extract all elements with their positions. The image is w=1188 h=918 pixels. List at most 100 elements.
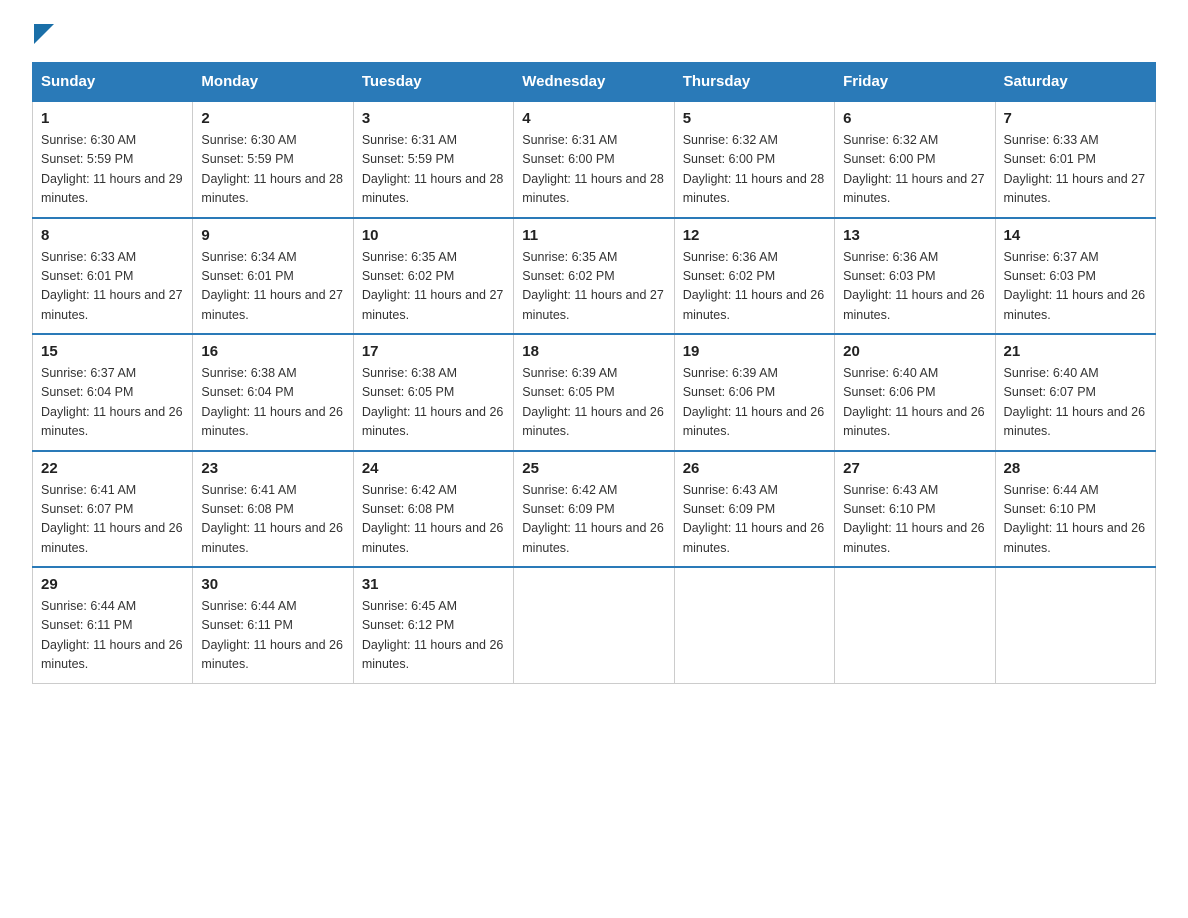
day-info: Sunrise: 6:44 AMSunset: 6:11 PMDaylight:… [201, 597, 344, 675]
day-info: Sunrise: 6:39 AMSunset: 6:06 PMDaylight:… [683, 364, 826, 442]
day-number: 22 [41, 460, 184, 477]
calendar-day-cell [674, 567, 834, 683]
day-info: Sunrise: 6:44 AMSunset: 6:11 PMDaylight:… [41, 597, 184, 675]
calendar-day-cell: 28Sunrise: 6:44 AMSunset: 6:10 PMDayligh… [995, 451, 1155, 568]
calendar-table: SundayMondayTuesdayWednesdayThursdayFrid… [32, 62, 1156, 684]
day-info: Sunrise: 6:35 AMSunset: 6:02 PMDaylight:… [522, 248, 665, 326]
day-number: 5 [683, 110, 826, 127]
day-number: 20 [843, 343, 986, 360]
day-info: Sunrise: 6:33 AMSunset: 6:01 PMDaylight:… [1004, 131, 1147, 209]
calendar-day-cell: 26 Sunrise: 6:43 AMSunset: 6:09 PMDayligh… [674, 451, 834, 568]
day-number: 9 [201, 227, 344, 244]
calendar-day-cell [514, 567, 674, 683]
day-number: 7 [1004, 110, 1147, 127]
day-info: Sunrise: 6:40 AMSunset: 6:07 PMDaylight:… [1004, 364, 1147, 442]
weekday-header-tuesday: Tuesday [353, 63, 513, 102]
day-number: 27 [843, 460, 986, 477]
calendar-day-cell: 22 Sunrise: 6:41 AMSunset: 6:07 PMDayligh… [33, 451, 193, 568]
calendar-day-cell: 10 Sunrise: 6:35 AMSunset: 6:02 PMDayligh… [353, 218, 513, 335]
day-info: Sunrise: 6:33 AMSunset: 6:01 PMDaylight:… [41, 248, 184, 326]
calendar-week-row: 15 Sunrise: 6:37 AMSunset: 6:04 PMDayligh… [33, 334, 1156, 451]
weekday-header-thursday: Thursday [674, 63, 834, 102]
day-number: 24 [362, 460, 505, 477]
calendar-day-cell: 1 Sunrise: 6:30 AMSunset: 5:59 PMDaylight… [33, 101, 193, 218]
day-number: 30 [201, 576, 344, 593]
calendar-day-cell: 4Sunrise: 6:31 AMSunset: 6:00 PMDaylight… [514, 101, 674, 218]
day-info: Sunrise: 6:32 AMSunset: 6:00 PMDaylight:… [683, 131, 826, 209]
day-info: Sunrise: 6:37 AMSunset: 6:03 PMDaylight:… [1004, 248, 1147, 326]
day-number: 28 [1004, 460, 1147, 477]
day-number: 8 [41, 227, 184, 244]
day-info: Sunrise: 6:31 AMSunset: 5:59 PMDaylight:… [362, 131, 505, 209]
day-number: 2 [201, 110, 344, 127]
calendar-day-cell: 19Sunrise: 6:39 AMSunset: 6:06 PMDayligh… [674, 334, 834, 451]
day-info: Sunrise: 6:37 AMSunset: 6:04 PMDaylight:… [41, 364, 184, 442]
day-number: 3 [362, 110, 505, 127]
day-number: 1 [41, 110, 184, 127]
day-number: 18 [522, 343, 665, 360]
calendar-week-row: 29 Sunrise: 6:44 AMSunset: 6:11 PMDayligh… [33, 567, 1156, 683]
day-info: Sunrise: 6:39 AMSunset: 6:05 PMDaylight:… [522, 364, 665, 442]
calendar-week-row: 1 Sunrise: 6:30 AMSunset: 5:59 PMDaylight… [33, 101, 1156, 218]
calendar-day-cell: 12 Sunrise: 6:36 AMSunset: 6:02 PMDayligh… [674, 218, 834, 335]
day-number: 10 [362, 227, 505, 244]
day-number: 14 [1004, 227, 1147, 244]
day-number: 26 [683, 460, 826, 477]
calendar-day-cell: 11 Sunrise: 6:35 AMSunset: 6:02 PMDayligh… [514, 218, 674, 335]
day-number: 21 [1004, 343, 1147, 360]
calendar-day-cell: 24 Sunrise: 6:42 AMSunset: 6:08 PMDayligh… [353, 451, 513, 568]
day-number: 16 [201, 343, 344, 360]
day-info: Sunrise: 6:45 AMSunset: 6:12 PMDaylight:… [362, 597, 505, 675]
calendar-day-cell: 18 Sunrise: 6:39 AMSunset: 6:05 PMDayligh… [514, 334, 674, 451]
day-number: 15 [41, 343, 184, 360]
calendar-day-cell: 7 Sunrise: 6:33 AMSunset: 6:01 PMDaylight… [995, 101, 1155, 218]
calendar-day-cell: 23Sunrise: 6:41 AMSunset: 6:08 PMDayligh… [193, 451, 353, 568]
day-number: 29 [41, 576, 184, 593]
calendar-day-cell: 20 Sunrise: 6:40 AMSunset: 6:06 PMDayligh… [835, 334, 995, 451]
calendar-day-cell: 15 Sunrise: 6:37 AMSunset: 6:04 PMDayligh… [33, 334, 193, 451]
calendar-day-cell: 30 Sunrise: 6:44 AMSunset: 6:11 PMDayligh… [193, 567, 353, 683]
day-info: Sunrise: 6:30 AMSunset: 5:59 PMDaylight:… [201, 131, 344, 209]
calendar-day-cell: 31 Sunrise: 6:45 AMSunset: 6:12 PMDayligh… [353, 567, 513, 683]
day-number: 17 [362, 343, 505, 360]
day-info: Sunrise: 6:36 AMSunset: 6:03 PMDaylight:… [843, 248, 986, 326]
day-info: Sunrise: 6:42 AMSunset: 6:08 PMDaylight:… [362, 481, 505, 559]
day-info: Sunrise: 6:43 AMSunset: 6:10 PMDaylight:… [843, 481, 986, 559]
page-header [32, 24, 1156, 42]
calendar-day-cell: 27 Sunrise: 6:43 AMSunset: 6:10 PMDayligh… [835, 451, 995, 568]
day-info: Sunrise: 6:32 AMSunset: 6:00 PMDaylight:… [843, 131, 986, 209]
calendar-week-row: 22 Sunrise: 6:41 AMSunset: 6:07 PMDayligh… [33, 451, 1156, 568]
calendar-day-cell: 6 Sunrise: 6:32 AMSunset: 6:00 PMDaylight… [835, 101, 995, 218]
day-info: Sunrise: 6:40 AMSunset: 6:06 PMDaylight:… [843, 364, 986, 442]
day-info: Sunrise: 6:36 AMSunset: 6:02 PMDaylight:… [683, 248, 826, 326]
day-number: 13 [843, 227, 986, 244]
calendar-day-cell: 9 Sunrise: 6:34 AMSunset: 6:01 PMDaylight… [193, 218, 353, 335]
calendar-day-cell: 3 Sunrise: 6:31 AMSunset: 5:59 PMDaylight… [353, 101, 513, 218]
day-info: Sunrise: 6:30 AMSunset: 5:59 PMDaylight:… [41, 131, 184, 209]
weekday-header-saturday: Saturday [995, 63, 1155, 102]
calendar-day-cell: 21 Sunrise: 6:40 AMSunset: 6:07 PMDayligh… [995, 334, 1155, 451]
weekday-header-friday: Friday [835, 63, 995, 102]
day-info: Sunrise: 6:34 AMSunset: 6:01 PMDaylight:… [201, 248, 344, 326]
day-info: Sunrise: 6:38 AMSunset: 6:04 PMDaylight:… [201, 364, 344, 442]
day-number: 23 [201, 460, 344, 477]
day-info: Sunrise: 6:41 AMSunset: 6:07 PMDaylight:… [41, 481, 184, 559]
calendar-day-cell: 17 Sunrise: 6:38 AMSunset: 6:05 PMDayligh… [353, 334, 513, 451]
day-info: Sunrise: 6:38 AMSunset: 6:05 PMDaylight:… [362, 364, 505, 442]
day-number: 12 [683, 227, 826, 244]
logo [32, 24, 54, 42]
calendar-day-cell: 25Sunrise: 6:42 AMSunset: 6:09 PMDayligh… [514, 451, 674, 568]
calendar-day-cell: 8 Sunrise: 6:33 AMSunset: 6:01 PMDaylight… [33, 218, 193, 335]
weekday-header-sunday: Sunday [33, 63, 193, 102]
calendar-day-cell: 13 Sunrise: 6:36 AMSunset: 6:03 PMDayligh… [835, 218, 995, 335]
calendar-day-cell: 16 Sunrise: 6:38 AMSunset: 6:04 PMDayligh… [193, 334, 353, 451]
day-number: 31 [362, 576, 505, 593]
calendar-day-cell: 29 Sunrise: 6:44 AMSunset: 6:11 PMDayligh… [33, 567, 193, 683]
day-number: 11 [522, 227, 665, 244]
calendar-day-cell: 14 Sunrise: 6:37 AMSunset: 6:03 PMDayligh… [995, 218, 1155, 335]
day-number: 6 [843, 110, 986, 127]
day-info: Sunrise: 6:43 AMSunset: 6:09 PMDaylight:… [683, 481, 826, 559]
day-info: Sunrise: 6:35 AMSunset: 6:02 PMDaylight:… [362, 248, 505, 326]
weekday-header-monday: Monday [193, 63, 353, 102]
calendar-day-cell: 2 Sunrise: 6:30 AMSunset: 5:59 PMDaylight… [193, 101, 353, 218]
